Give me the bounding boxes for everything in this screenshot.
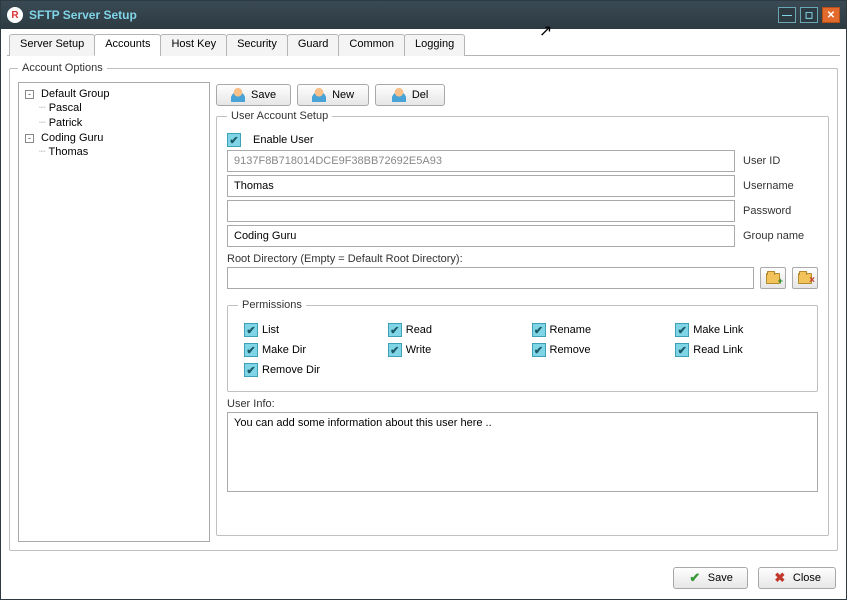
folder-add-icon	[766, 273, 780, 284]
app-window: R SFTP Server Setup — ◻ ✕ Server SetupAc…	[0, 0, 847, 600]
user-del-icon	[392, 88, 406, 102]
tab-host-key[interactable]: Host Key	[160, 34, 227, 56]
perm-read-link[interactable]: Read Link	[675, 343, 801, 357]
perm-make-link[interactable]: Make Link	[675, 323, 801, 337]
enable-user-label: Enable User	[253, 134, 314, 146]
toolbar-new-label: New	[332, 89, 354, 101]
user-id-field[interactable]	[227, 150, 735, 172]
tree-user[interactable]: Thomas	[39, 144, 205, 159]
password-label: Password	[743, 205, 818, 217]
tab-strip: Server SetupAccountsHost KeySecurityGuar…	[7, 33, 840, 56]
tree-expand-icon[interactable]: -	[25, 134, 34, 143]
window-title: SFTP Server Setup	[29, 8, 778, 22]
footer-save-label: Save	[708, 572, 733, 584]
folder-remove-icon	[798, 273, 812, 284]
perm-label: Remove Dir	[262, 364, 320, 376]
toolbar-save-label: Save	[251, 89, 276, 101]
tab-guard[interactable]: Guard	[287, 34, 340, 56]
tab-server-setup[interactable]: Server Setup	[9, 34, 95, 56]
remove-root-dir-button[interactable]	[792, 267, 818, 289]
perm-label: Write	[406, 344, 431, 356]
tree-group[interactable]: - Default GroupPascalPatrick	[25, 87, 205, 131]
perm-rename[interactable]: Rename	[532, 323, 658, 337]
perm-checkbox[interactable]	[244, 323, 258, 337]
user-save-icon	[231, 88, 245, 102]
root-dir-field[interactable]	[227, 267, 754, 289]
perm-label: Read Link	[693, 344, 743, 356]
user-account-setup-group: User Account Setup Enable User User ID U…	[216, 110, 829, 536]
maximize-button[interactable]: ◻	[800, 7, 818, 23]
user-info-label: User Info:	[227, 398, 818, 410]
perm-label: Remove	[550, 344, 591, 356]
account-options-group: Account Options - Default GroupPascalPat…	[9, 62, 838, 551]
check-icon	[688, 571, 702, 585]
perm-write[interactable]: Write	[388, 343, 514, 357]
tree-group[interactable]: - Coding GuruThomas	[25, 131, 205, 160]
tab-logging[interactable]: Logging	[404, 34, 465, 56]
toolbar-save-button[interactable]: Save	[216, 84, 291, 106]
dialog-footer: Save Close	[1, 559, 846, 599]
account-toolbar: Save New Del	[216, 82, 829, 110]
permissions-group: Permissions List Read Rename Make Link Make …	[227, 299, 818, 392]
tree-user[interactable]: Patrick	[39, 115, 205, 130]
footer-close-label: Close	[793, 572, 821, 584]
perm-list[interactable]: List	[244, 323, 370, 337]
user-info-textarea[interactable]	[227, 412, 818, 492]
perm-checkbox[interactable]	[388, 323, 402, 337]
perm-checkbox[interactable]	[532, 323, 546, 337]
tree-user[interactable]: Pascal	[39, 100, 205, 115]
perm-checkbox[interactable]	[532, 343, 546, 357]
close-window-button[interactable]: ✕	[822, 7, 840, 23]
cross-icon	[773, 571, 787, 585]
perm-label: Rename	[550, 324, 592, 336]
titlebar: R SFTP Server Setup — ◻ ✕	[1, 1, 846, 29]
password-field[interactable]	[227, 200, 735, 222]
content-area: Server SetupAccountsHost KeySecurityGuar…	[1, 29, 846, 559]
app-logo-icon: R	[7, 7, 23, 23]
toolbar-del-label: Del	[412, 89, 429, 101]
add-root-dir-button[interactable]	[760, 267, 786, 289]
perm-read[interactable]: Read	[388, 323, 514, 337]
perm-label: List	[262, 324, 279, 336]
user-setup-legend: User Account Setup	[227, 110, 332, 122]
tab-common[interactable]: Common	[338, 34, 405, 56]
perm-checkbox[interactable]	[244, 343, 258, 357]
group-name-field[interactable]	[227, 225, 735, 247]
permissions-legend: Permissions	[238, 299, 306, 311]
enable-user-checkbox[interactable]	[227, 133, 241, 147]
perm-label: Read	[406, 324, 432, 336]
perm-remove-dir[interactable]: Remove Dir	[244, 363, 370, 377]
user-new-icon	[312, 88, 326, 102]
tab-accounts[interactable]: Accounts	[94, 34, 161, 56]
perm-checkbox[interactable]	[244, 363, 258, 377]
toolbar-new-button[interactable]: New	[297, 84, 369, 106]
root-dir-label: Root Directory (Empty = Default Root Dir…	[227, 253, 818, 265]
account-options-legend: Account Options	[18, 62, 107, 74]
footer-save-button[interactable]: Save	[673, 567, 748, 589]
group-name-label: Group name	[743, 230, 818, 242]
footer-close-button[interactable]: Close	[758, 567, 836, 589]
username-field[interactable]	[227, 175, 735, 197]
toolbar-del-button[interactable]: Del	[375, 84, 445, 106]
tab-security[interactable]: Security	[226, 34, 288, 56]
account-tree[interactable]: - Default GroupPascalPatrick- Coding Gur…	[18, 82, 210, 542]
user-id-label: User ID	[743, 155, 818, 167]
tree-expand-icon[interactable]: -	[25, 90, 34, 99]
perm-checkbox[interactable]	[675, 323, 689, 337]
minimize-button[interactable]: —	[778, 7, 796, 23]
perm-checkbox[interactable]	[388, 343, 402, 357]
username-label: Username	[743, 180, 818, 192]
perm-make-dir[interactable]: Make Dir	[244, 343, 370, 357]
perm-checkbox[interactable]	[675, 343, 689, 357]
perm-label: Make Link	[693, 324, 743, 336]
perm-label: Make Dir	[262, 344, 306, 356]
perm-remove[interactable]: Remove	[532, 343, 658, 357]
